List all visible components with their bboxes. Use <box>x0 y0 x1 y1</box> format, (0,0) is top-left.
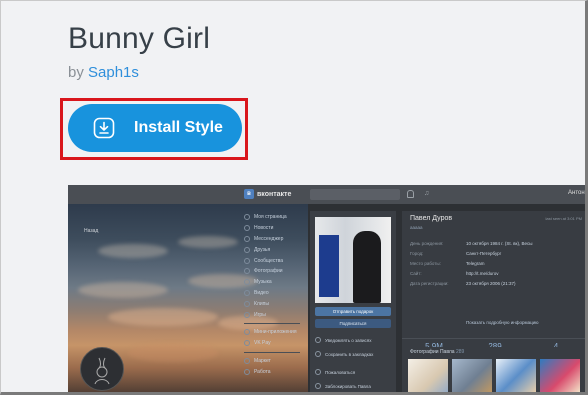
photo-thumbnail <box>408 359 448 395</box>
preview-info-row: Город: Санкт-Петербург <box>410 251 502 256</box>
preview-top-bar: в вконтакте ♫ Антон <box>68 185 588 204</box>
menu-item: Моя страница <box>244 212 300 223</box>
preview-profile-name: Павел Дуров <box>410 215 453 222</box>
style-preview-screenshot: в вконтакте ♫ Антон Назад Моя страница Н… <box>68 185 588 395</box>
preview-action: Сохранить в закладках <box>315 351 373 357</box>
bunny-girl-emblem <box>80 347 124 391</box>
preview-user-name: Антон <box>568 190 585 196</box>
menu-item: Клипы <box>244 298 300 309</box>
menu-item: Друзья <box>244 244 300 255</box>
preview-send-gift-button: Отправить подарок <box>315 307 391 316</box>
menu-item: Сообщества <box>244 255 300 266</box>
preview-info-row: Дата регистрации: 23 октября 2006 (21:37) <box>410 281 516 286</box>
menu-item: Мессенджер <box>244 234 300 245</box>
preview-profile-card: Отправить подарок Подписаться Уведомлять… <box>310 211 396 395</box>
menu-divider <box>244 322 300 324</box>
preview-action: Пожаловаться <box>315 369 355 375</box>
menu-item: Игры <box>244 309 300 320</box>
preview-info-row: Сайт: http://t.me/durov <box>410 271 499 276</box>
preview-info-row: Место работы: Telegram <box>410 261 485 266</box>
menu-item: Маркет <box>244 356 300 367</box>
preview-online-status: last seen at 3:01 PM <box>545 216 582 221</box>
preview-action: Заблокировать Павла <box>315 383 371 389</box>
photo-thumbnail <box>452 359 492 395</box>
preview-photos-title: Фотографии Павла 289 <box>410 349 465 355</box>
vk-logo-icon: в <box>244 189 254 199</box>
preview-photos-block: Фотографии Павла 289 <box>402 347 588 395</box>
bell-icon <box>407 190 414 198</box>
preview-profile-status: ааааа <box>410 225 423 230</box>
by-prefix: by <box>68 64 84 81</box>
photo-thumbnail <box>496 359 536 395</box>
preview-action: Уведомлять о записях <box>315 337 372 343</box>
preview-back-link: Назад <box>84 228 99 234</box>
preview-profile-info: Павел Дуров ааааа last seen at 3:01 PM Д… <box>402 211 588 356</box>
menu-divider <box>244 351 300 353</box>
menu-item: Видео <box>244 288 300 299</box>
photo-thumbnail <box>540 359 580 395</box>
preview-show-more: Показать подробную информацию <box>466 320 539 325</box>
install-style-button[interactable]: Install Style <box>68 104 242 152</box>
author-link[interactable]: Saph1s <box>88 64 139 81</box>
menu-item: Мини-приложения <box>244 327 300 338</box>
install-style-label: Install Style <box>134 119 223 136</box>
preview-profile-photo <box>315 217 391 303</box>
style-title: Bunny Girl <box>68 22 211 55</box>
menu-item: VK Pay <box>244 338 300 349</box>
preview-subscribe-button: Подписаться <box>315 319 391 328</box>
menu-item: Работа <box>244 366 300 377</box>
menu-item: Музыка <box>244 277 300 288</box>
author-byline: by Saph1s <box>68 64 139 81</box>
download-icon <box>92 116 116 140</box>
preview-left-menu: Моя страница Новости Мессенджер Друзья С… <box>244 212 300 377</box>
preview-search <box>310 189 400 200</box>
music-note-icon: ♫ <box>424 190 430 197</box>
preview-logo: в вконтакте <box>244 189 291 199</box>
menu-item: Фотографии <box>244 266 300 277</box>
preview-info-row: День рождения: 10 октября 1984 г. (St. вк… <box>410 241 533 246</box>
menu-item: Новости <box>244 223 300 234</box>
